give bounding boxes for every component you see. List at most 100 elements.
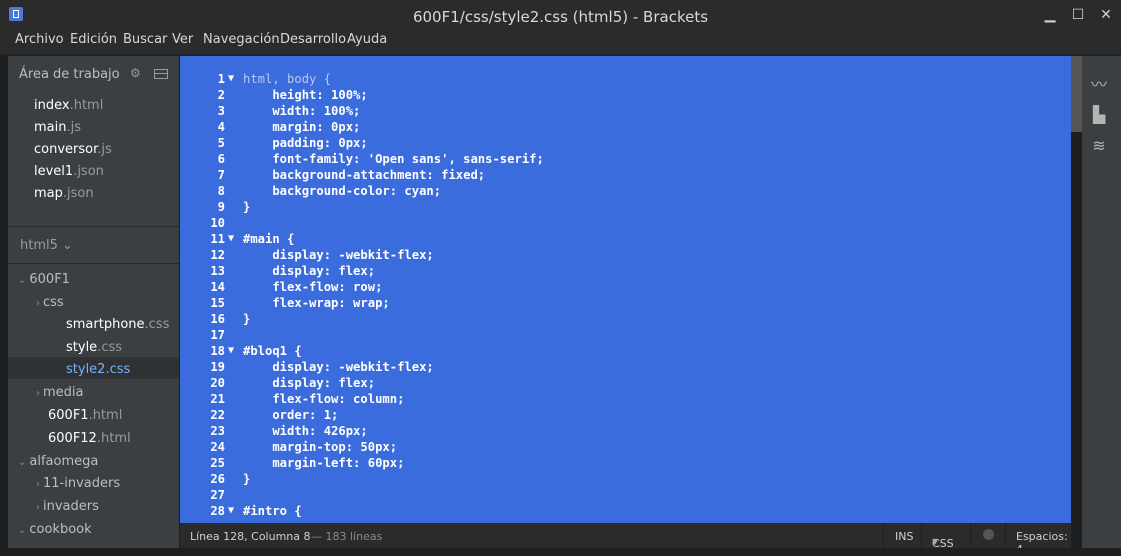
- code-line[interactable]: 6 font-family: 'Open sans', sans-serif;: [180, 152, 1071, 168]
- chevron-right-icon: ›: [36, 298, 40, 309]
- line-number: 14: [210, 280, 225, 294]
- code-line[interactable]: 23 width: 426px;: [180, 424, 1071, 440]
- menu-edicion[interactable]: Edición: [70, 32, 117, 47]
- menu-navegacion[interactable]: Navegación: [203, 32, 280, 47]
- chevron-down-icon: ⌄: [18, 275, 27, 286]
- code-line[interactable]: 19 display: -webkit-flex;: [180, 360, 1071, 376]
- line-number: 4: [217, 120, 225, 134]
- tree-folder[interactable]: › css: [36, 295, 64, 310]
- line-code: }: [243, 312, 251, 326]
- working-file-item[interactable]: index.html: [34, 98, 103, 113]
- code-line[interactable]: 28 ▼ #intro {: [180, 504, 1071, 520]
- line-number: 9: [217, 200, 225, 214]
- tree-file-selected[interactable]: style2.css: [66, 362, 130, 377]
- code-line[interactable]: 4 margin: 0px;: [180, 120, 1071, 136]
- menu-desarrollo[interactable]: Desarrollo: [280, 32, 346, 47]
- code-line[interactable]: 17: [180, 328, 1071, 344]
- window-title: 600F1/css/style2.css (html5) - Brackets: [412, 8, 709, 26]
- live-preview-icon[interactable]: 〰: [1088, 76, 1110, 94]
- line-code: flex-wrap: wrap;: [243, 296, 390, 310]
- fold-arrow-icon[interactable]: ▼: [228, 73, 234, 84]
- maximize-button[interactable]: ☐: [1065, 4, 1091, 26]
- split-view-icon[interactable]: [154, 69, 168, 79]
- tree-folder[interactable]: ⌄ cookbook: [18, 522, 92, 537]
- fold-arrow-icon[interactable]: ▼: [228, 345, 234, 356]
- close-button[interactable]: ✕: [1093, 4, 1119, 26]
- gear-icon[interactable]: ⚙: [130, 67, 142, 79]
- code-line[interactable]: 22 order: 1;: [180, 408, 1071, 424]
- code-line[interactable]: 18 ▼ #bloq1 {: [180, 344, 1071, 360]
- working-file-item[interactable]: conversor.js: [34, 142, 112, 157]
- project-dropdown[interactable]: html5 ⌄: [20, 238, 73, 253]
- chevron-right-icon: ›: [36, 479, 40, 490]
- title-bar: 600F1/css/style2.css (html5) - Brackets …: [0, 0, 1121, 30]
- fold-arrow-icon[interactable]: ▼: [228, 505, 234, 516]
- code-line[interactable]: 27: [180, 488, 1071, 504]
- line-number: 28: [210, 504, 225, 518]
- code-line[interactable]: 12 display: -webkit-flex;: [180, 248, 1071, 264]
- menu-ayuda[interactable]: Ayuda: [347, 32, 387, 47]
- code-line[interactable]: 11 ▼ #main {: [180, 232, 1071, 248]
- tree-folder[interactable]: › 11-invaders: [36, 476, 120, 491]
- tree-file[interactable]: style.css: [66, 340, 122, 355]
- working-file-item[interactable]: map.json: [34, 186, 94, 201]
- extension-manager-icon[interactable]: ▙: [1088, 106, 1110, 124]
- cursor-position: Línea 128, Columna 8: [190, 530, 311, 543]
- menu-ver[interactable]: Ver: [172, 32, 193, 47]
- line-code: display: flex;: [243, 264, 376, 278]
- tree-file[interactable]: 600F12.html: [48, 431, 131, 446]
- code-line[interactable]: 10: [180, 216, 1071, 232]
- menu-archivo[interactable]: Archivo: [15, 32, 64, 47]
- code-line[interactable]: 2 height: 100%;: [180, 88, 1071, 104]
- insert-mode-toggle[interactable]: INS: [895, 530, 913, 543]
- divider: [921, 523, 922, 548]
- tree-folder[interactable]: › invaders: [36, 499, 99, 514]
- working-file-item[interactable]: level1.json: [34, 164, 104, 179]
- scrollbar-thumb[interactable]: [1071, 56, 1082, 132]
- code-line[interactable]: 3 width: 100%;: [180, 104, 1071, 120]
- menu-buscar[interactable]: Buscar: [123, 32, 167, 47]
- linter-status-icon[interactable]: [983, 529, 994, 540]
- divider: [8, 226, 179, 227]
- tree-folder[interactable]: ⌄ 600F1: [18, 272, 70, 287]
- code-line[interactable]: 20 display: flex;: [180, 376, 1071, 392]
- code-line[interactable]: 15 flex-wrap: wrap;: [180, 296, 1071, 312]
- tree-file[interactable]: smartphone.css: [66, 317, 169, 332]
- line-number: 13: [210, 264, 225, 278]
- code-line[interactable]: 5 padding: 0px;: [180, 136, 1071, 152]
- tree-folder[interactable]: ⌄ alfaomega: [18, 454, 98, 469]
- code-line[interactable]: 9}: [180, 200, 1071, 216]
- line-number: 12: [210, 248, 225, 262]
- chevron-right-icon: ›: [36, 502, 40, 513]
- code-line[interactable]: 16}: [180, 312, 1071, 328]
- line-number: 27: [210, 488, 225, 502]
- line-code: height: 100%;: [243, 88, 368, 102]
- code-line[interactable]: 7 background-attachment: fixed;: [180, 168, 1071, 184]
- line-code: html, body {: [243, 72, 332, 86]
- divider: [883, 523, 884, 548]
- minimize-button[interactable]: ▁: [1037, 4, 1063, 26]
- tree-file[interactable]: 600F1.html: [48, 408, 122, 423]
- code-line[interactable]: 25 margin-left: 60px;: [180, 456, 1071, 472]
- line-code: #intro {: [243, 504, 302, 518]
- code-line[interactable]: 21 flex-flow: column;: [180, 392, 1071, 408]
- fold-arrow-icon[interactable]: ▼: [228, 233, 234, 244]
- line-code: flex-flow: row;: [243, 280, 383, 294]
- tree-folder[interactable]: › media: [36, 385, 84, 400]
- code-line[interactable]: 8 background-color: cyan;: [180, 184, 1071, 200]
- code-line[interactable]: 26}: [180, 472, 1071, 488]
- code-line[interactable]: 13 display: flex;: [180, 264, 1071, 280]
- line-code: margin-top: 50px;: [243, 440, 398, 454]
- chevron-down-icon: ⌄: [62, 238, 73, 253]
- line-count: — 183 líneas: [311, 530, 383, 543]
- layers-icon[interactable]: ≋: [1088, 137, 1110, 155]
- code-line[interactable]: 1 ▼ html, body {: [180, 72, 1071, 88]
- line-number: 8: [217, 184, 225, 198]
- code-line[interactable]: 24 margin-top: 50px;: [180, 440, 1071, 456]
- line-number: 17: [210, 328, 225, 342]
- code-line[interactable]: 14 flex-flow: row;: [180, 280, 1071, 296]
- chevron-down-icon: ▼: [932, 537, 939, 546]
- working-file-item[interactable]: main.js: [34, 120, 81, 135]
- line-number: 25: [210, 456, 225, 470]
- code-editor[interactable]: 1 ▼ html, body {2 height: 100%; 3 width: 10…: [180, 56, 1071, 523]
